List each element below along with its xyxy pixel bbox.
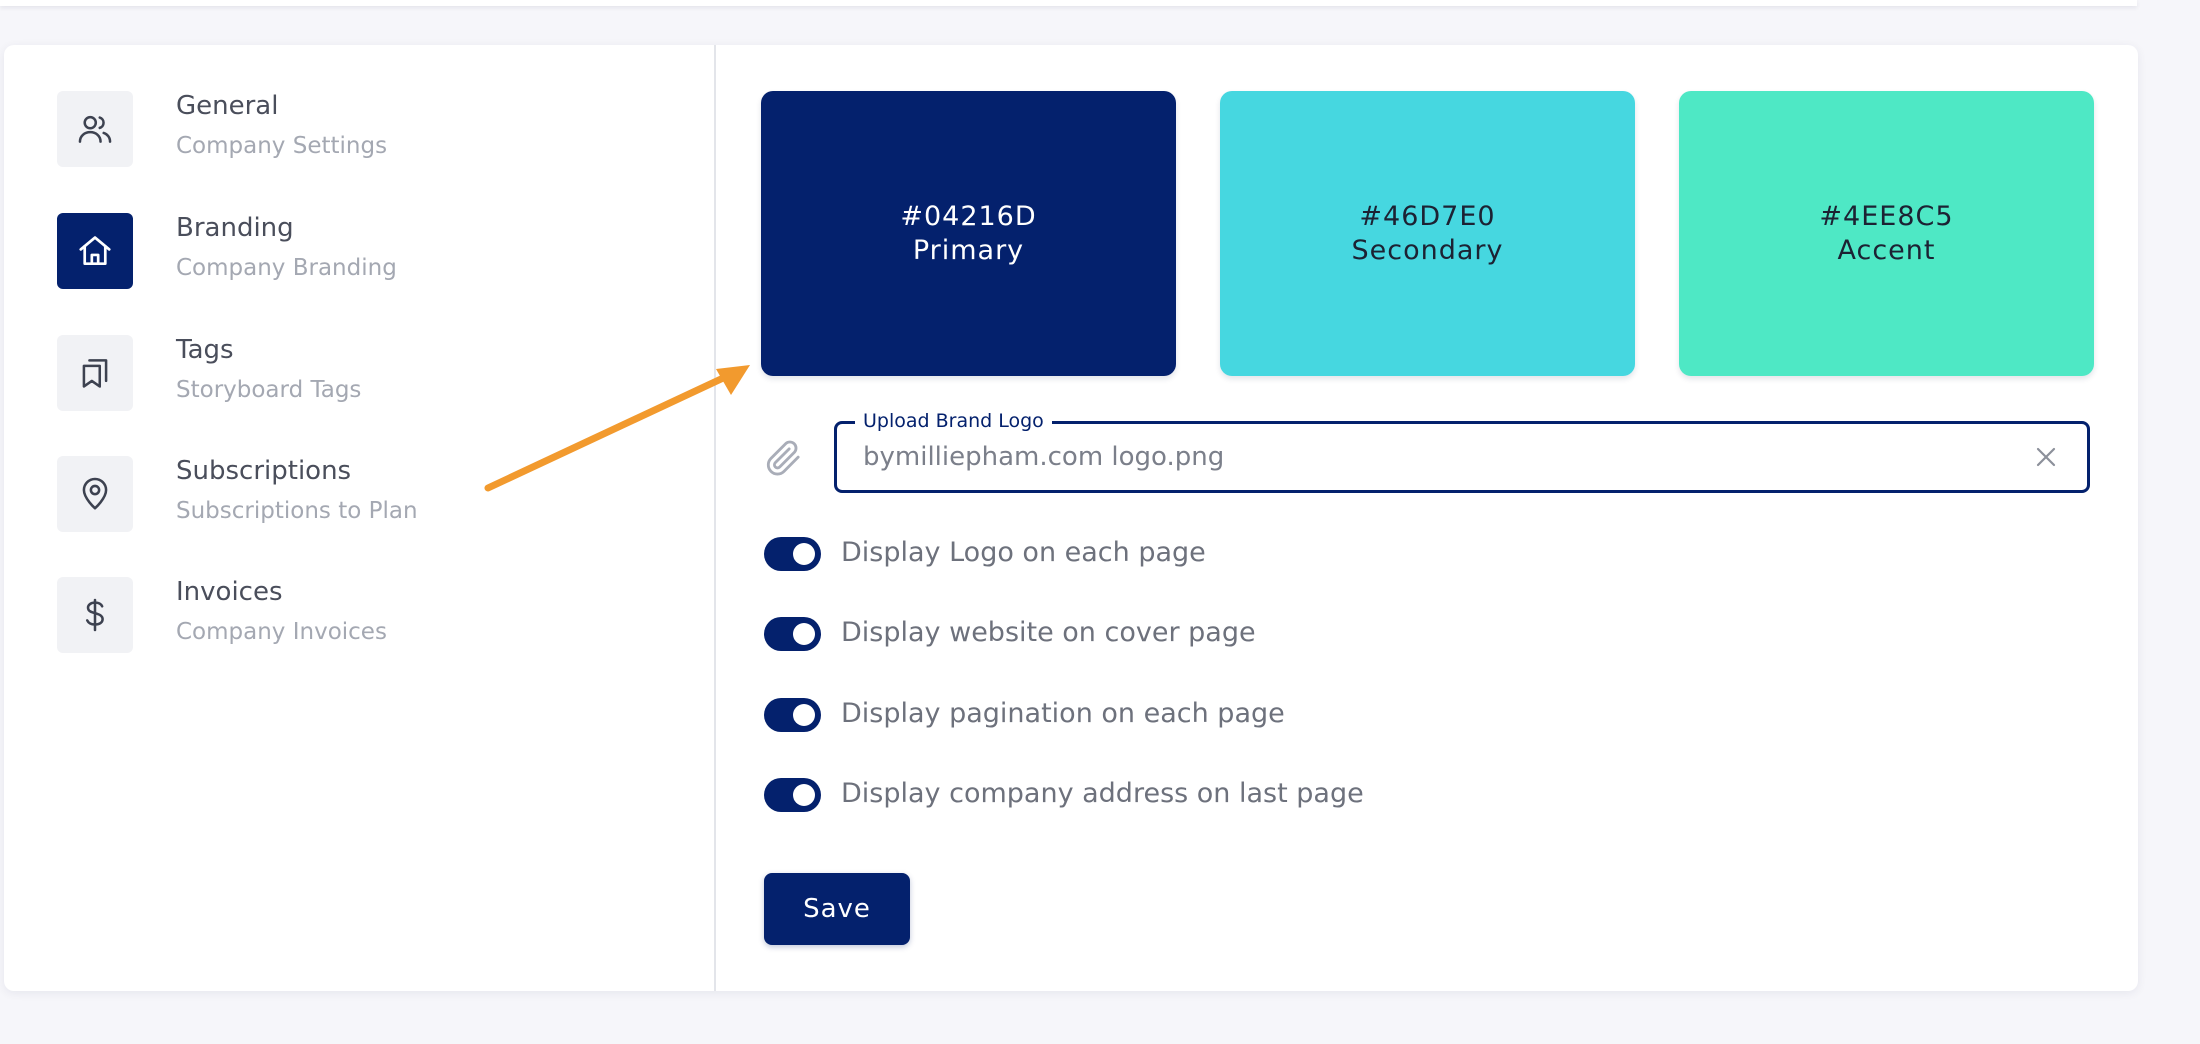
top-header-strip — [0, 0, 2137, 6]
swatch-hex: #04216D — [900, 200, 1037, 232]
dollar-icon — [57, 577, 133, 653]
settings-sidebar: General Company Settings Branding Compan… — [4, 45, 716, 991]
toggle-display-website[interactable] — [764, 617, 821, 651]
home-icon — [57, 213, 133, 289]
sidebar-item-subtitle: Storyboard Tags — [176, 377, 362, 403]
toggle-row-website: Display website on cover page — [764, 615, 1664, 655]
upload-logo-input[interactable] — [863, 424, 2003, 490]
toggle-label: Display company address on last page — [841, 778, 1364, 809]
sidebar-item-subtitle: Company Branding — [176, 255, 397, 281]
sidebar-item-subscriptions[interactable]: Subscriptions Subscriptions to Plan — [57, 456, 657, 536]
toggle-knob — [793, 704, 815, 726]
swatch-hex: #4EE8C5 — [1819, 200, 1954, 232]
sidebar-item-general[interactable]: General Company Settings — [57, 91, 657, 171]
toggle-display-address[interactable] — [764, 778, 821, 812]
swatch-label: Accent — [1837, 234, 1936, 266]
sidebar-item-subtitle: Company Invoices — [176, 619, 387, 645]
swatch-secondary[interactable]: #46D7E0 Secondary — [1220, 91, 1635, 376]
sidebar-item-subtitle: Company Settings — [176, 133, 388, 159]
sidebar-item-branding[interactable]: Branding Company Branding — [57, 213, 657, 293]
swatch-hex: #46D7E0 — [1359, 200, 1496, 232]
toggle-display-logo[interactable] — [764, 537, 821, 571]
sidebar-item-title: General — [176, 91, 279, 121]
sidebar-item-tags[interactable]: Tags Storyboard Tags — [57, 335, 657, 415]
toggle-row-logo: Display Logo on each page — [764, 535, 1664, 575]
toggle-row-address: Display company address on last page — [764, 776, 1664, 816]
sidebar-item-title: Branding — [176, 213, 294, 243]
toggle-label: Display pagination on each page — [841, 698, 1285, 729]
sidebar-item-title: Subscriptions — [176, 456, 352, 486]
swatch-accent[interactable]: #4EE8C5 Accent — [1679, 91, 2094, 376]
toggle-knob — [793, 784, 815, 806]
users-icon — [57, 91, 133, 167]
paperclip-icon[interactable] — [764, 438, 804, 478]
bookmarks-icon — [57, 335, 133, 411]
sidebar-item-invoices[interactable]: Invoices Company Invoices — [57, 577, 657, 657]
map-pin-icon — [57, 456, 133, 532]
toggle-display-pagination[interactable] — [764, 698, 821, 732]
swatch-label: Secondary — [1351, 234, 1504, 266]
upload-logo-field: Upload Brand Logo — [834, 410, 2090, 493]
toggle-row-pagination: Display pagination on each page — [764, 696, 1664, 736]
close-icon[interactable] — [2035, 446, 2057, 468]
sidebar-item-title: Invoices — [176, 577, 283, 607]
sidebar-item-subtitle: Subscriptions to Plan — [176, 498, 418, 524]
sidebar-item-title: Tags — [176, 335, 234, 365]
save-button[interactable]: Save — [764, 873, 910, 945]
toggle-label: Display website on cover page — [841, 617, 1256, 648]
swatch-primary[interactable]: #04216D Primary — [761, 91, 1176, 376]
settings-card: General Company Settings Branding Compan… — [4, 45, 2138, 991]
toggle-label: Display Logo on each page — [841, 537, 1206, 568]
swatch-label: Primary — [912, 234, 1025, 266]
toggle-knob — [793, 543, 815, 565]
toggle-knob — [793, 623, 815, 645]
